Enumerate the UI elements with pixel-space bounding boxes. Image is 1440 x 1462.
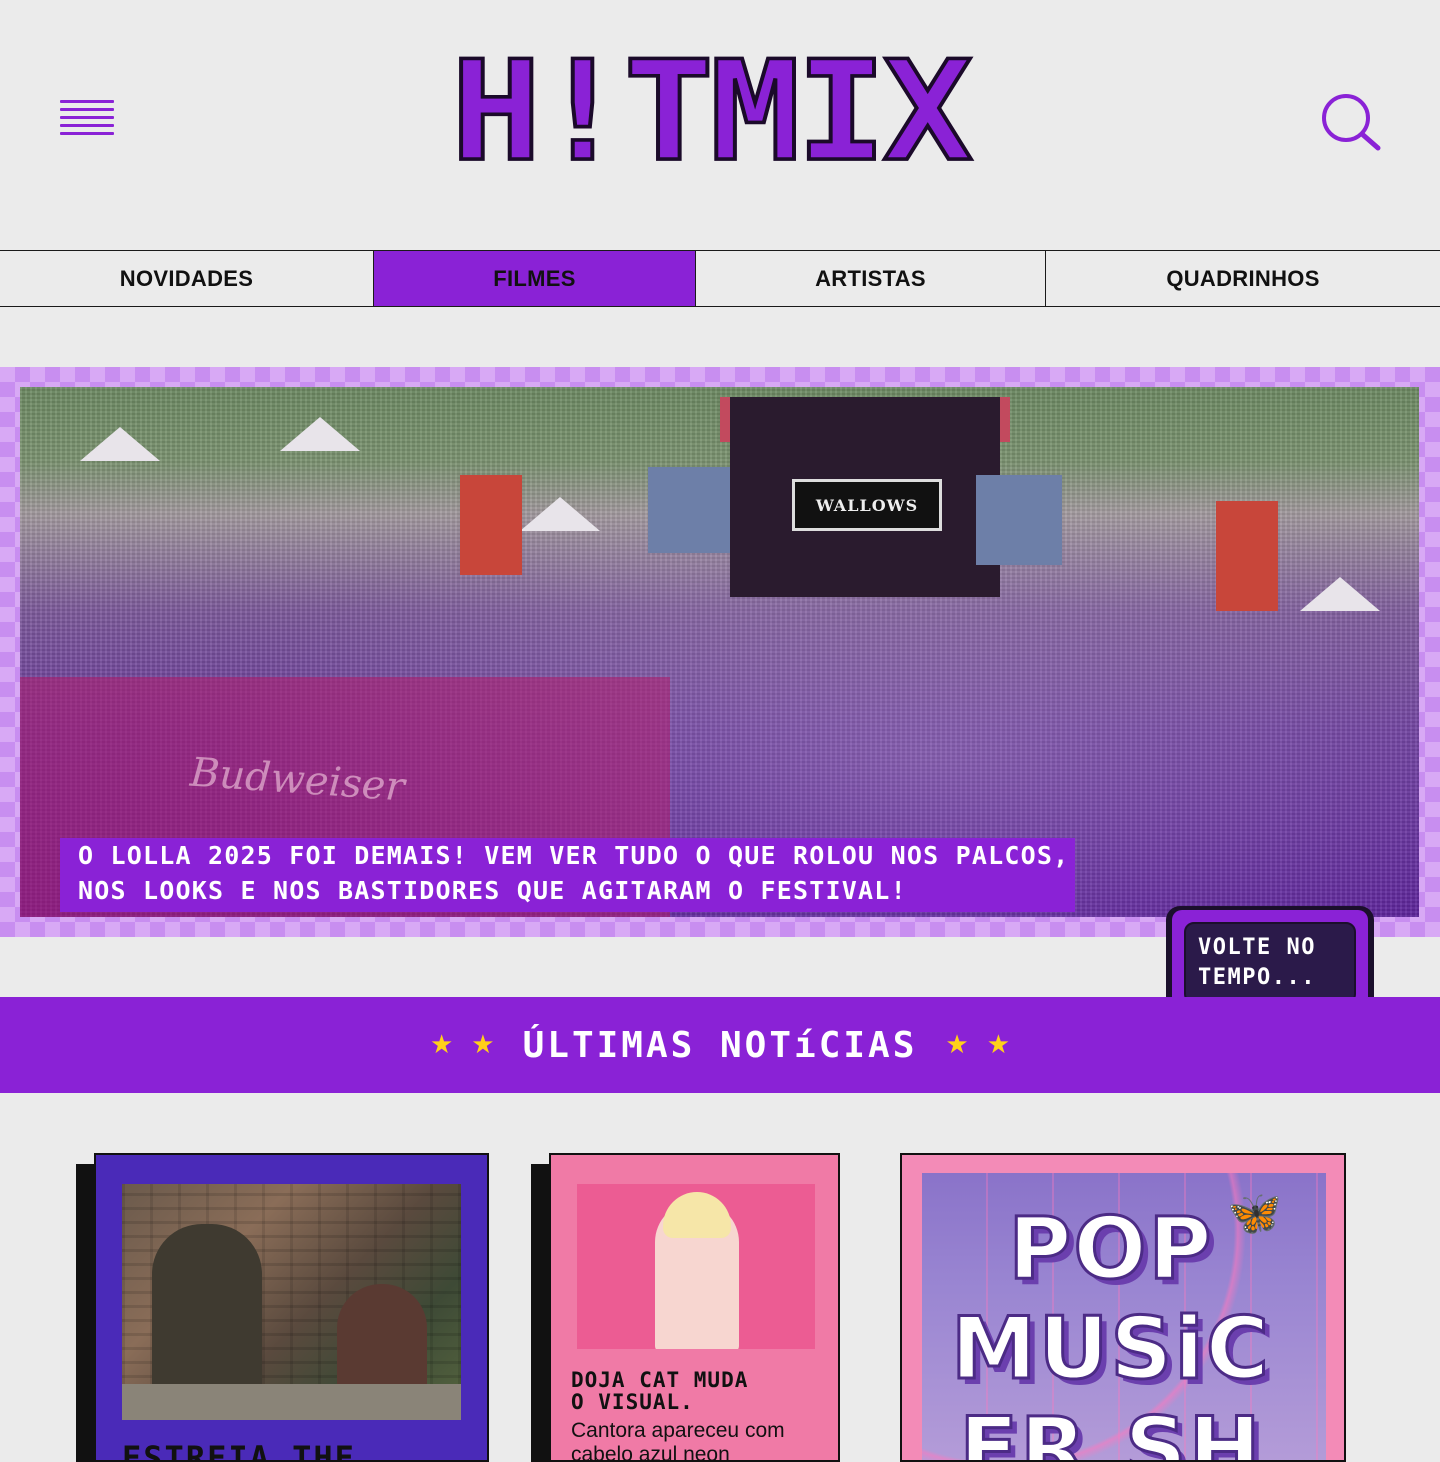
logo-text: H!TMIX xyxy=(449,32,975,193)
tab-quadrinhos[interactable]: QUADRINHOS xyxy=(1046,251,1440,306)
main-nav: NOVIDADES FILMES ARTISTAS QUADRINHOS xyxy=(0,250,1440,307)
news-card-title: DOJA CAT MUDA O VISUAL. xyxy=(571,1368,749,1414)
tab-artistas[interactable]: ARTISTAS xyxy=(696,251,1046,306)
hamburger-menu-icon[interactable] xyxy=(60,100,114,140)
news-card-title: ESTREIA THE xyxy=(122,1439,356,1462)
news-card-image xyxy=(122,1184,461,1420)
latest-news-header: ★ ★ ÚLTIMAS NOTíCIAS ★ ★ xyxy=(0,997,1440,1093)
news-card-the-last-of-us[interactable]: ESTREIA THE xyxy=(76,1153,489,1462)
site-logo[interactable]: H!TMIX xyxy=(390,32,1030,193)
news-card-image xyxy=(577,1184,815,1349)
site-header: H!TMIX xyxy=(0,0,1440,250)
hero-frame: WALLOWS Budweiser O LOLLA 2025 FOI DEMAI… xyxy=(0,367,1440,937)
hero-caption[interactable]: O LOLLA 2025 FOI DEMAIS! VEM VER TUDO O … xyxy=(60,838,1076,912)
news-card-pop-music[interactable]: 🦋 POP MUSiC FR.SH xyxy=(900,1153,1346,1462)
star-icon: ★ xyxy=(986,1030,1011,1060)
news-card-description: Cantora apareceu com cabelo azul neon xyxy=(571,1419,785,1462)
news-card-poster: 🦋 POP MUSiC FR.SH xyxy=(922,1173,1326,1462)
tab-novidades[interactable]: NOVIDADES xyxy=(0,251,374,306)
news-card-doja-cat[interactable]: DOJA CAT MUDA O VISUAL. Cantora apareceu… xyxy=(531,1153,840,1462)
poster-text: POP MUSiC FR.SH xyxy=(950,1198,1271,1462)
hero-caption-line-2: NOS LOOKS E NOS BASTIDORES QUE AGITARAM … xyxy=(78,876,907,905)
stage-sign: WALLOWS xyxy=(792,479,942,531)
tab-filmes[interactable]: FILMES xyxy=(374,251,696,306)
volte-no-tempo-label: VOLTE NO TEMPO... xyxy=(1198,935,1316,990)
latest-news-title: ÚLTIMAS NOTíCIAS xyxy=(522,1024,918,1066)
hero-image[interactable]: WALLOWS Budweiser O LOLLA 2025 FOI DEMAI… xyxy=(20,387,1419,917)
hero-caption-line-1: O LOLLA 2025 FOI DEMAIS! VEM VER TUDO O … xyxy=(78,841,1070,870)
star-icon: ★ xyxy=(945,1030,969,1060)
star-icon: ★ xyxy=(429,1030,454,1060)
search-icon[interactable] xyxy=(1318,90,1384,156)
star-icon: ★ xyxy=(471,1030,495,1060)
